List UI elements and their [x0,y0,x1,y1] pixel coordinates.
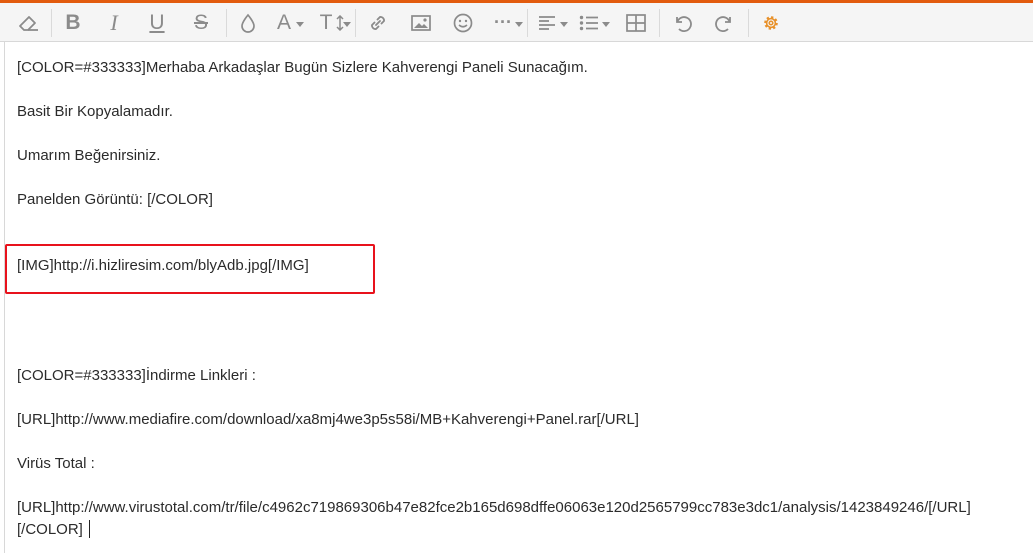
redo-icon[interactable] [713,9,737,36]
font-family-button[interactable]: A [272,9,296,36]
editor-line: Virüs Total : [17,455,95,472]
italic-button[interactable]: I [104,9,124,36]
toolbar-separator [748,9,749,37]
smiley-icon[interactable] [451,9,475,36]
editor-line: [COLOR=#333333]İndirme Linkleri : [17,367,256,384]
underline-button[interactable]: U [145,9,169,36]
editor-line: [/COLOR] [17,521,83,538]
toolbar-separator [51,9,52,37]
highlight-box [5,244,375,294]
link-icon[interactable] [366,9,390,36]
toolbar-separator [355,9,356,37]
font-family-caret-icon [296,22,304,27]
list-caret-icon [602,22,610,27]
toolbar-separator [226,9,227,37]
settings-gear-icon[interactable] [759,9,783,36]
editor-content-area[interactable]: [COLOR=#333333]Merhaba Arkadaşlar Bugün … [4,42,1033,553]
editor-line: [URL]http://www.virustotal.com/tr/file/c… [17,499,971,516]
editor-toolbar: B I U S A T ··· [0,3,1033,42]
more-options-button[interactable]: ··· [490,9,516,36]
clear-formatting-icon[interactable] [16,9,42,36]
editor-line: Umarım Beğenirsiniz. [17,147,161,164]
editor-line: [URL]http://www.mediafire.com/download/x… [17,411,639,428]
strikethrough-button[interactable]: S [189,9,213,36]
editor-line: Basit Bir Kopyalamadır. [17,103,173,120]
list-button[interactable] [578,9,600,36]
editor-line: Panelden Görüntü: [/COLOR] [17,191,213,208]
font-size-caret-icon [343,22,351,27]
image-icon[interactable] [409,9,433,36]
align-button[interactable] [536,9,558,36]
more-options-caret-icon [515,22,523,27]
table-icon[interactable] [624,9,648,36]
font-size-button[interactable]: T [315,9,337,36]
bold-button[interactable]: B [62,9,84,36]
text-cursor [89,520,90,538]
toolbar-separator [659,9,660,37]
toolbar-separator [527,9,528,37]
undo-icon[interactable] [670,9,694,36]
editor-line: [COLOR=#333333]Merhaba Arkadaşlar Bugün … [17,59,588,76]
text-color-icon[interactable] [237,9,259,36]
align-caret-icon [560,22,568,27]
